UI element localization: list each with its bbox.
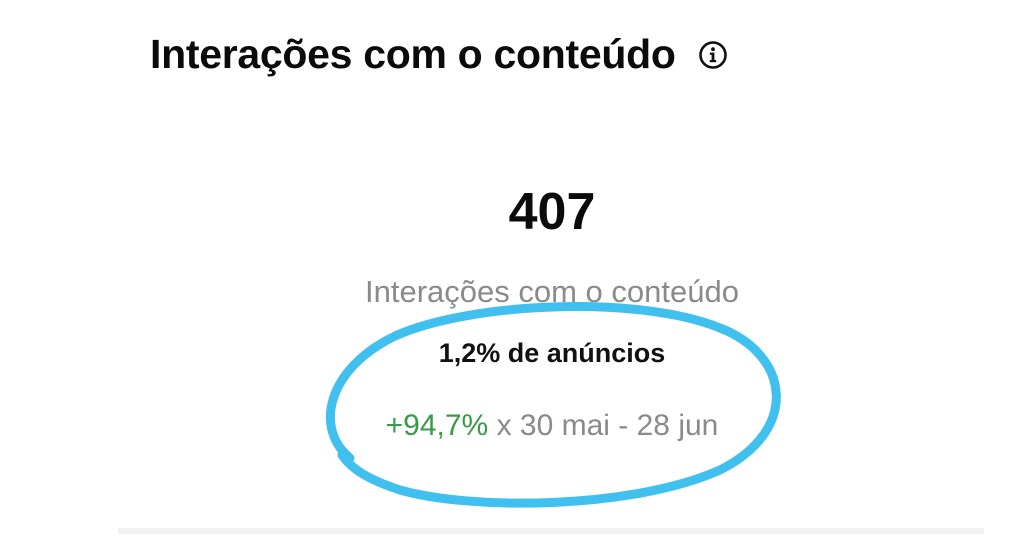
info-icon[interactable]: [698, 40, 728, 70]
comparison-row: +94,7% x 30 mai - 28 jun: [0, 411, 1024, 441]
metric-value: 407: [508, 183, 596, 241]
section-title: Interações com o conteúdo: [150, 31, 676, 77]
section-header: Interações com o conteúdo: [150, 34, 728, 75]
comparison-period: x 30 mai - 28 jun: [488, 409, 719, 442]
info-circle-icon: [698, 40, 727, 69]
metric-label: Interações com o conteúdo: [365, 274, 739, 309]
change-percent: +94,7%: [385, 409, 489, 442]
ad-share-text: 1,2% de anúncios: [438, 338, 666, 368]
divider: [118, 528, 984, 534]
hand-drawn-circle-highlight: [325, 302, 781, 508]
